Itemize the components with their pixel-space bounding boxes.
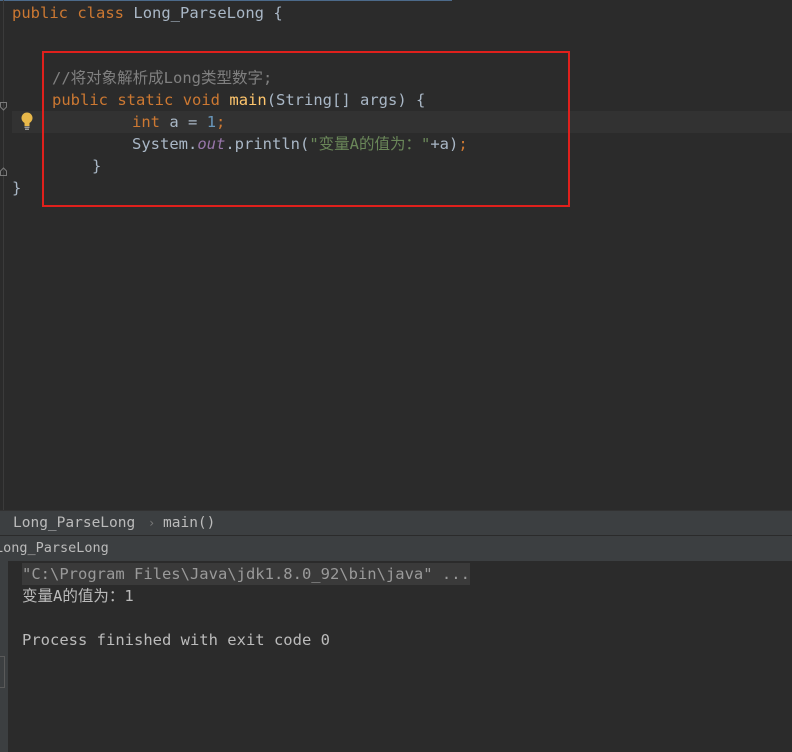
editor-tab-indicator xyxy=(0,0,452,1)
code-editor[interactable]: public class Long_ParseLong { //将对象解析成Lo… xyxy=(0,0,792,510)
gutter-divider xyxy=(3,0,4,510)
console-exit-line: Process finished with exit code 0 xyxy=(22,631,330,649)
open-brace: { xyxy=(273,4,283,22)
breadcrumb-item-method[interactable]: main() xyxy=(163,511,215,535)
run-panel-header: Long_ParseLong xyxy=(0,535,792,562)
run-console[interactable]: "C:\Program Files\Java\jdk1.8.0_92\bin\j… xyxy=(0,561,792,752)
breadcrumb-separator: › xyxy=(148,516,156,530)
run-tab-title[interactable]: Long_ParseLong xyxy=(0,536,109,561)
keyword-public: public xyxy=(12,4,68,22)
annotation-highlight-box xyxy=(42,51,570,207)
code-line-class-close[interactable]: } xyxy=(12,177,21,199)
console-command-line: "C:\Program Files\Java\jdk1.8.0_92\bin\j… xyxy=(22,563,470,585)
keyword-class: class xyxy=(77,4,125,22)
lightbulb-icon[interactable] xyxy=(20,111,34,131)
fold-icon[interactable] xyxy=(0,161,7,176)
breadcrumb-item-class[interactable]: Long_ParseLong xyxy=(13,511,135,535)
console-output-line: 变量A的值为：1 xyxy=(22,587,134,605)
console-toolbar-handle[interactable] xyxy=(0,656,5,688)
console-toolbar xyxy=(0,561,8,752)
close-brace: } xyxy=(12,179,22,197)
fold-icon[interactable] xyxy=(0,96,7,111)
breadcrumb: Long_ParseLong › main() xyxy=(0,510,792,535)
class-name: Long_ParseLong xyxy=(133,4,265,22)
code-line-class-decl[interactable]: public class Long_ParseLong { xyxy=(12,2,283,24)
